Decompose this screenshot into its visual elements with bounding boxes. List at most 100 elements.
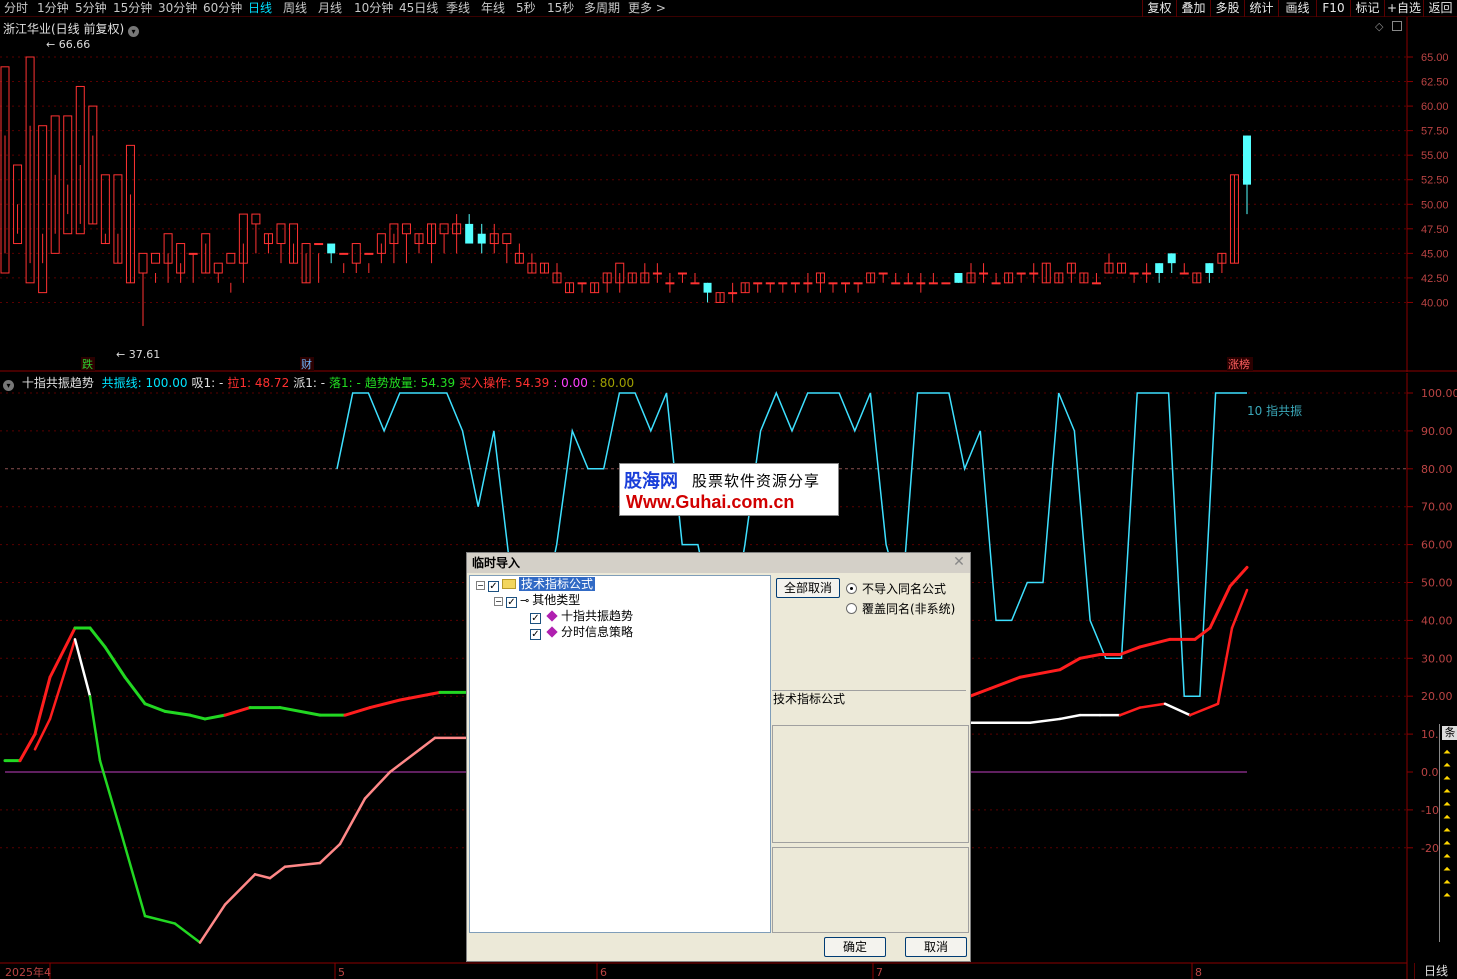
indicator-value: : 0.00	[553, 376, 588, 390]
side-panel-header[interactable]: 条	[1442, 726, 1457, 740]
price-tick-label: 40.00	[1421, 297, 1449, 309]
diamond-icon[interactable]: ◇	[1375, 20, 1383, 33]
checkbox-leaf-1[interactable]: ✓	[530, 613, 541, 624]
candle-body-up	[790, 282, 800, 285]
collapse-icon[interactable]: −	[476, 581, 485, 590]
candle-body-up	[351, 243, 361, 264]
tree-child-label[interactable]: 其他类型	[532, 593, 580, 607]
tree-leaf-label[interactable]: 十指共振趋势	[561, 609, 633, 623]
side-signal-panel[interactable]: 条 ⏶ ⏶ ⏶ ⏶ ⏶ ⏶ ⏶ ⏶ ⏶ ⏶ ⏶ ⏶	[1439, 724, 1457, 942]
tab-10min[interactable]: 10分钟	[354, 0, 393, 17]
resonance-line-label: 10 指共振	[1247, 403, 1302, 418]
collapse-icon[interactable]: −	[494, 597, 503, 606]
indicator-value: 买入操作: 54.39	[459, 376, 550, 390]
tab-quarterly[interactable]: 季线	[446, 0, 470, 17]
radio-icon[interactable]	[846, 583, 857, 594]
indicator-value: : 80.00	[591, 376, 635, 390]
statistics-button[interactable]: 统计	[1244, 0, 1278, 17]
option-skip-same[interactable]: 不导入同名公式	[846, 580, 946, 597]
checkbox-child[interactable]: ✓	[506, 597, 517, 608]
tree-leaf-label[interactable]: 分时信息策略	[561, 625, 633, 639]
event-marker: 涨榜	[1228, 357, 1250, 371]
indicator-value: 趋势放量: 54.39	[364, 376, 456, 390]
candle-body-down	[465, 223, 474, 244]
close-icon[interactable]: ✕	[952, 555, 966, 569]
mark-button[interactable]: 标记	[1350, 0, 1384, 17]
tab-multi-period[interactable]: 多周期	[584, 0, 620, 17]
buy-arrow-icon: ⏶	[1443, 747, 1451, 758]
watermark-brand: 股海网	[624, 471, 678, 492]
tab-1min[interactable]: 1分钟	[37, 0, 69, 17]
candlestick-plot[interactable]: 65.00 62.50 60.00 57.50 55.00 52.50 50.00 47.50…	[0, 17, 1457, 372]
tab-45day[interactable]: 45日线	[399, 0, 438, 17]
tab-60min[interactable]: 60分钟	[203, 0, 242, 17]
checkbox-root[interactable]: ✓	[488, 581, 499, 592]
date-tick-label: 2025年4	[5, 965, 51, 979]
indicator-value: 落1: -	[329, 376, 361, 390]
tab-15min[interactable]: 15分钟	[113, 0, 152, 17]
ok-button[interactable]: 确定	[824, 937, 886, 957]
candle-body-up	[213, 262, 223, 274]
date-tick-label: 5	[338, 966, 345, 979]
candle-body-up	[63, 115, 73, 235]
bottom-period-tab[interactable]: 日线	[1414, 963, 1457, 979]
tree-leaf-1[interactable]: ✓ 十指共振趋势	[530, 608, 633, 624]
candle-body-up	[502, 233, 512, 245]
back-button[interactable]: 返回	[1423, 0, 1457, 17]
candle-body-up	[753, 282, 763, 285]
indicator-value: 派1: -	[293, 376, 326, 390]
option-overwrite[interactable]: 覆盖同名(非系统)	[846, 600, 955, 617]
formula-tree[interactable]: − ✓ 技术指标公式 − ✓ ⊸ 其他类型 ✓ 十指共振趋势 ✓ 分时信息策略	[469, 575, 771, 933]
high-price-label: ← 66.66	[46, 38, 90, 51]
tab-fenshi[interactable]: 分时	[4, 0, 28, 17]
lower-trend-line	[173, 922, 202, 944]
overlay-button[interactable]: 叠加	[1176, 0, 1210, 17]
multi-stock-button[interactable]: 多股	[1210, 0, 1244, 17]
radio-icon[interactable]	[846, 603, 857, 614]
indicator-value: 拉1: 48.72	[227, 376, 290, 390]
event-marker: 跌	[82, 357, 93, 371]
chevron-down-icon[interactable]: ▾	[3, 380, 14, 391]
tree-node-root[interactable]: − ✓ 技术指标公式	[476, 576, 596, 592]
candle-body-down	[703, 282, 712, 293]
indicator-header: ▾ 十指共振趋势 共振线: 100.00 吸1: - 拉1: 48.72 派1: -落…	[3, 374, 642, 391]
tab-5min[interactable]: 5分钟	[75, 0, 107, 17]
lower-trend-line	[223, 873, 257, 906]
tree-node-child[interactable]: − ✓ ⊸ 其他类型	[494, 592, 580, 608]
tree-root-label[interactable]: 技术指标公式	[519, 577, 596, 591]
cancel-all-button[interactable]: 全部取消	[776, 578, 840, 598]
draw-line-button[interactable]: 画线	[1278, 0, 1316, 17]
candle-body-up	[928, 282, 938, 285]
fuquan-button[interactable]: 复权	[1142, 0, 1176, 17]
add-watchlist-button[interactable]: +自选	[1384, 0, 1423, 17]
buy-arrow-icon: ⏶	[1443, 890, 1451, 901]
tab-more[interactable]: 更多 >	[628, 0, 666, 17]
tab-monthly[interactable]: 月线	[318, 0, 342, 17]
lower-trend-line	[98, 759, 122, 831]
tab-30min[interactable]: 30分钟	[158, 0, 197, 17]
cancel-button[interactable]: 取消	[905, 937, 967, 957]
lower-trend-line	[1138, 702, 1167, 709]
folder-icon	[502, 579, 516, 589]
tab-weekly[interactable]: 周线	[283, 0, 307, 17]
buy-arrow-icon: ⏶	[1443, 799, 1451, 810]
tab-5sec[interactable]: 5秒	[516, 0, 536, 17]
candle-body-up	[991, 282, 1001, 285]
indicator-tick-label: 50.00	[1421, 577, 1453, 590]
tree-leaf-2[interactable]: ✓ 分时信息策略	[530, 624, 633, 640]
lower-trend-line	[1188, 702, 1220, 717]
event-marker: 财	[301, 357, 312, 371]
checkbox-leaf-2[interactable]: ✓	[530, 629, 541, 640]
indicator-name[interactable]: 十指共振趋势	[22, 376, 94, 390]
tab-yearly[interactable]: 年线	[481, 0, 505, 17]
description-box	[772, 725, 969, 843]
maximize-icon[interactable]	[1392, 21, 1402, 31]
date-tick-label: 6	[600, 966, 607, 979]
option-label: 覆盖同名(非系统)	[862, 602, 956, 616]
tab-15sec[interactable]: 15秒	[547, 0, 574, 17]
indicator-tick-label: 100.00	[1421, 387, 1457, 400]
price-chart[interactable]: 65.00 62.50 60.00 57.50 55.00 52.50 50.00 47.50…	[0, 17, 1457, 372]
tab-daily[interactable]: 日线	[248, 0, 272, 17]
f10-button[interactable]: F10	[1316, 0, 1350, 17]
chevron-down-icon[interactable]: ▾	[128, 26, 140, 37]
